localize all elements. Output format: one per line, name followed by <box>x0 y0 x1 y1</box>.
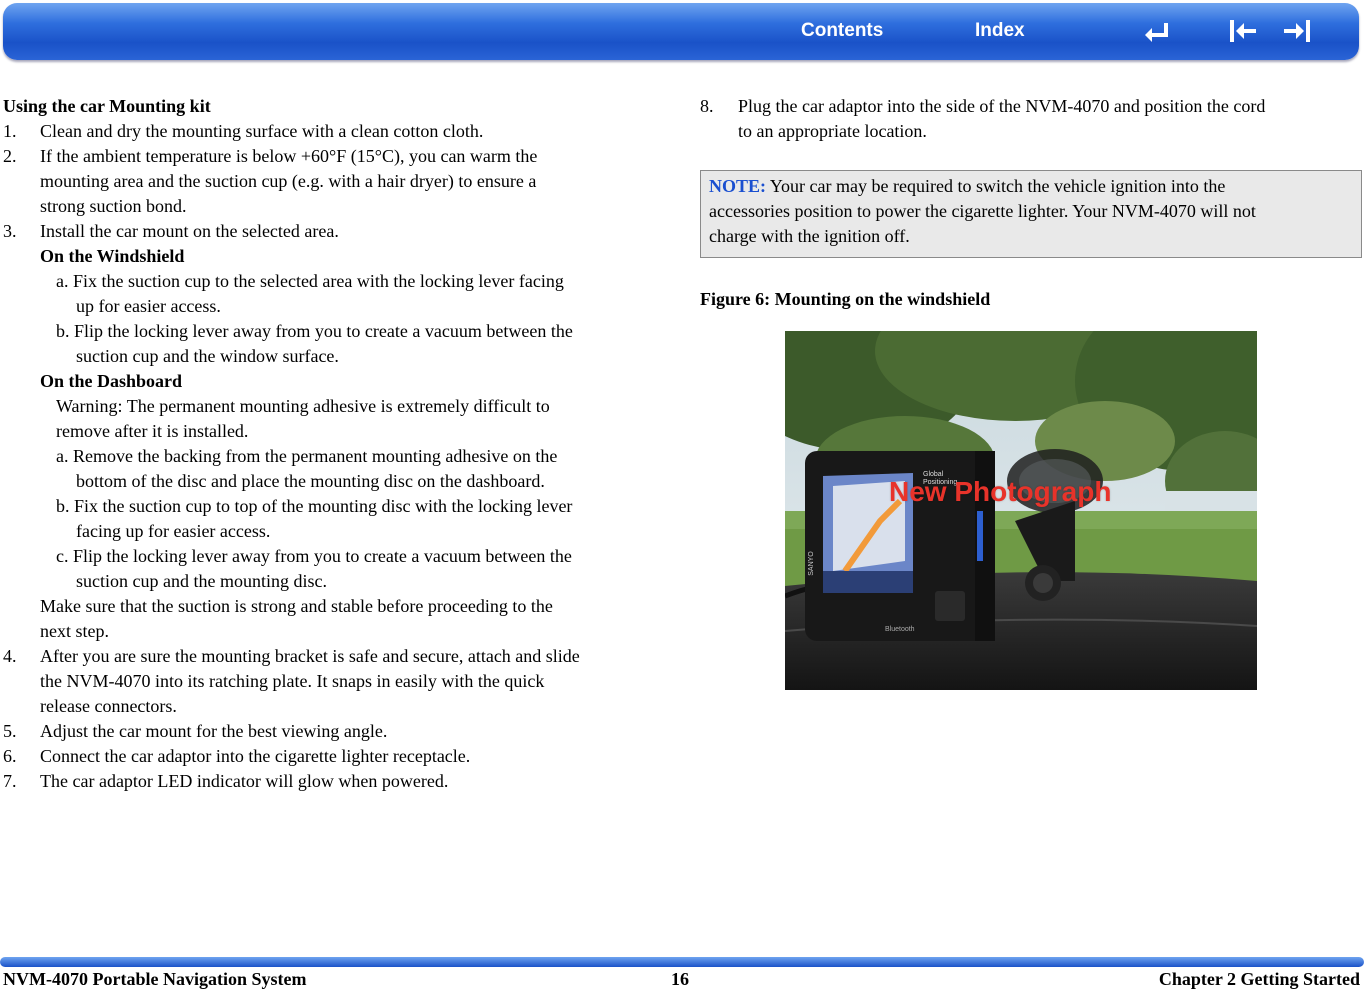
windshield-photo: SANYO Global Positioning Bluetooth New P… <box>785 331 1257 690</box>
list-number: 8. <box>700 96 714 116</box>
step-text: Plug the car adaptor into the side of th… <box>738 96 1266 116</box>
step-text: Adjust the car mount for the best viewin… <box>40 721 388 741</box>
device-brand: SANYO <box>807 551 815 576</box>
footer-chapter: Chapter 2 Getting Started <box>1158 969 1360 989</box>
note-box: NOTE: Your car may be required to switch… <box>700 170 1362 258</box>
photo-overlay-text: New Photograph <box>889 476 1112 507</box>
figure-caption: Figure 6: Mounting on the windshield <box>700 289 991 309</box>
note-text: charge with the ignition off. <box>709 226 910 246</box>
list-number: 7. <box>3 771 17 791</box>
step-text: The car adaptor LED indicator will glow … <box>40 771 449 791</box>
step-text: to an appropriate location. <box>738 121 927 141</box>
note-line: NOTE: Your car may be required to switch… <box>709 174 1225 199</box>
footer-title: NVM-4070 Portable Navigation System <box>3 969 307 989</box>
bottom-bar <box>0 957 1364 967</box>
note-text: Your car may be required to switch the v… <box>766 176 1226 196</box>
device-bottom-label: Bluetooth <box>885 626 915 633</box>
page-number: 16 <box>671 969 689 989</box>
note-text: accessories position to power the cigare… <box>709 201 1256 221</box>
note-label: NOTE: <box>709 176 767 196</box>
list-number: 5. <box>3 721 17 741</box>
step-text: Connect the car adaptor into the cigaret… <box>40 746 471 766</box>
list-number: 6. <box>3 746 17 766</box>
right-column: 8. Plug the car adaptor into the side of… <box>0 0 1364 700</box>
